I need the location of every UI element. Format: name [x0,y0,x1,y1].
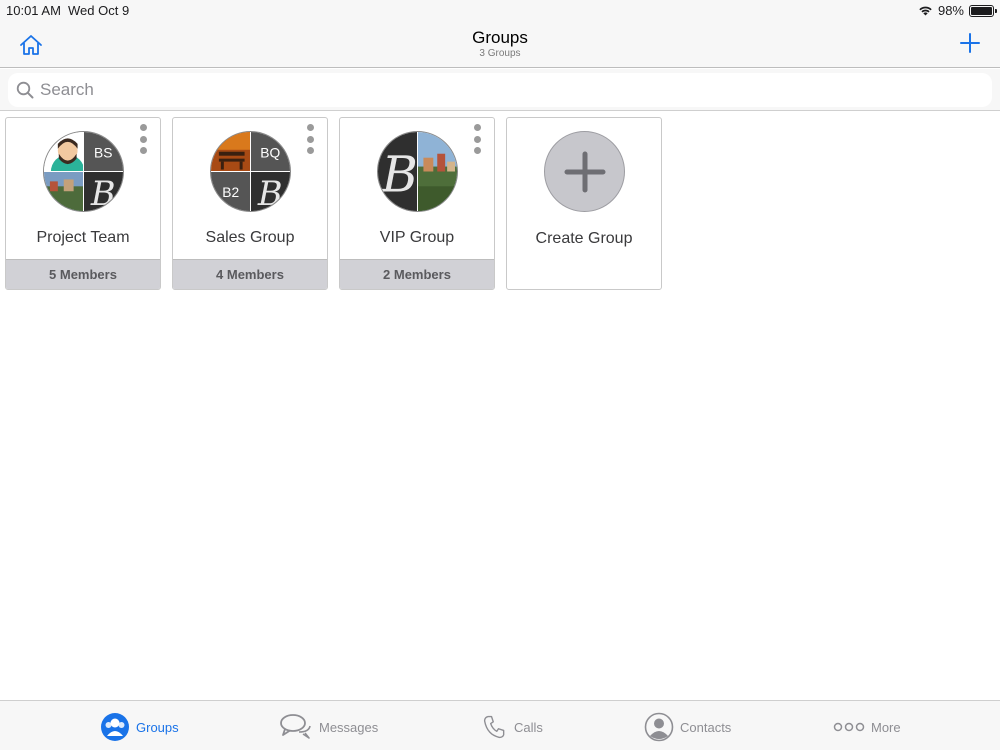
create-group-label: Create Group [535,230,633,247]
status-date: Wed Oct 9 [68,3,130,18]
tab-label-groups: Groups [136,719,179,735]
tab-bar: Groups Messages Calls Contacts More [0,700,1000,750]
svg-text:B: B [257,174,283,212]
tab-contacts[interactable]: Contacts [644,711,731,743]
tab-label-contacts: Contacts [680,719,732,735]
group-card-project-team[interactable]: BS B Project Team 5 Members [5,117,161,290]
create-group-card[interactable]: Create Group [506,117,662,290]
navigation-bar: Groups 3 Groups [0,20,1000,68]
tab-messages[interactable]: Messages [279,711,378,743]
tab-label-more: More [871,719,901,735]
plus-icon [564,151,606,193]
tab-label-calls: Calls [514,719,543,735]
contact-icon [644,712,674,742]
group-name: VIP Group [379,229,455,246]
page-subtitle: 3 Groups [479,48,521,59]
status-time: 10:01 AM [6,3,61,18]
search-input[interactable] [40,80,940,100]
group-card-sales-group[interactable]: BQ B2 B Sales Group 4 Members [172,117,328,290]
group-avatar: BS B [43,131,124,212]
search-icon [16,81,34,99]
member-count: 5 Members [6,259,160,289]
tab-groups[interactable]: Groups [100,711,179,743]
page-title: Groups [472,28,528,47]
group-name: Project Team [36,229,130,246]
more-options-icon[interactable] [138,124,148,154]
search-bar [0,69,1000,111]
create-group-circle [544,131,625,212]
tab-label-messages: Messages [319,719,379,735]
add-icon[interactable] [958,31,982,55]
groups-grid: BS B Project Team 5 Members BQ B2 B Sale… [5,117,662,290]
initials-bq: BQ [260,145,280,161]
initials-b2: B2 [222,184,239,200]
wifi-icon [919,6,932,16]
status-indicators: 98% [918,3,997,18]
status-bar: 10:01 AM Wed Oct 9 98% [0,0,1000,20]
battery-percent: 98% [937,3,964,18]
group-name: Sales Group [205,229,295,246]
member-count: 2 Members [340,259,494,289]
more-options-icon[interactable] [472,124,482,154]
groups-icon [101,713,129,741]
member-count: 4 Members [173,259,327,289]
battery-icon [969,4,997,17]
initials-bs: BS [94,145,112,161]
tab-calls[interactable]: Calls [482,711,543,743]
messages-icon [280,714,311,739]
group-card-vip-group[interactable]: B VIP Group 2 Members [339,117,495,290]
more-options-icon[interactable] [305,124,315,154]
group-avatar: BQ B2 B [210,131,291,212]
svg-text:B: B [90,174,116,212]
app-screen: 10:01 AM Wed Oct 9 98% Groups 3 Groups S… [0,0,1000,750]
svg-text:B: B [381,145,418,203]
group-avatar: B [377,131,458,212]
more-icon [833,722,865,732]
search-box[interactable] [8,73,992,107]
battery-level [971,6,992,15]
phone-icon [483,715,505,739]
tab-more[interactable]: More [833,711,901,743]
